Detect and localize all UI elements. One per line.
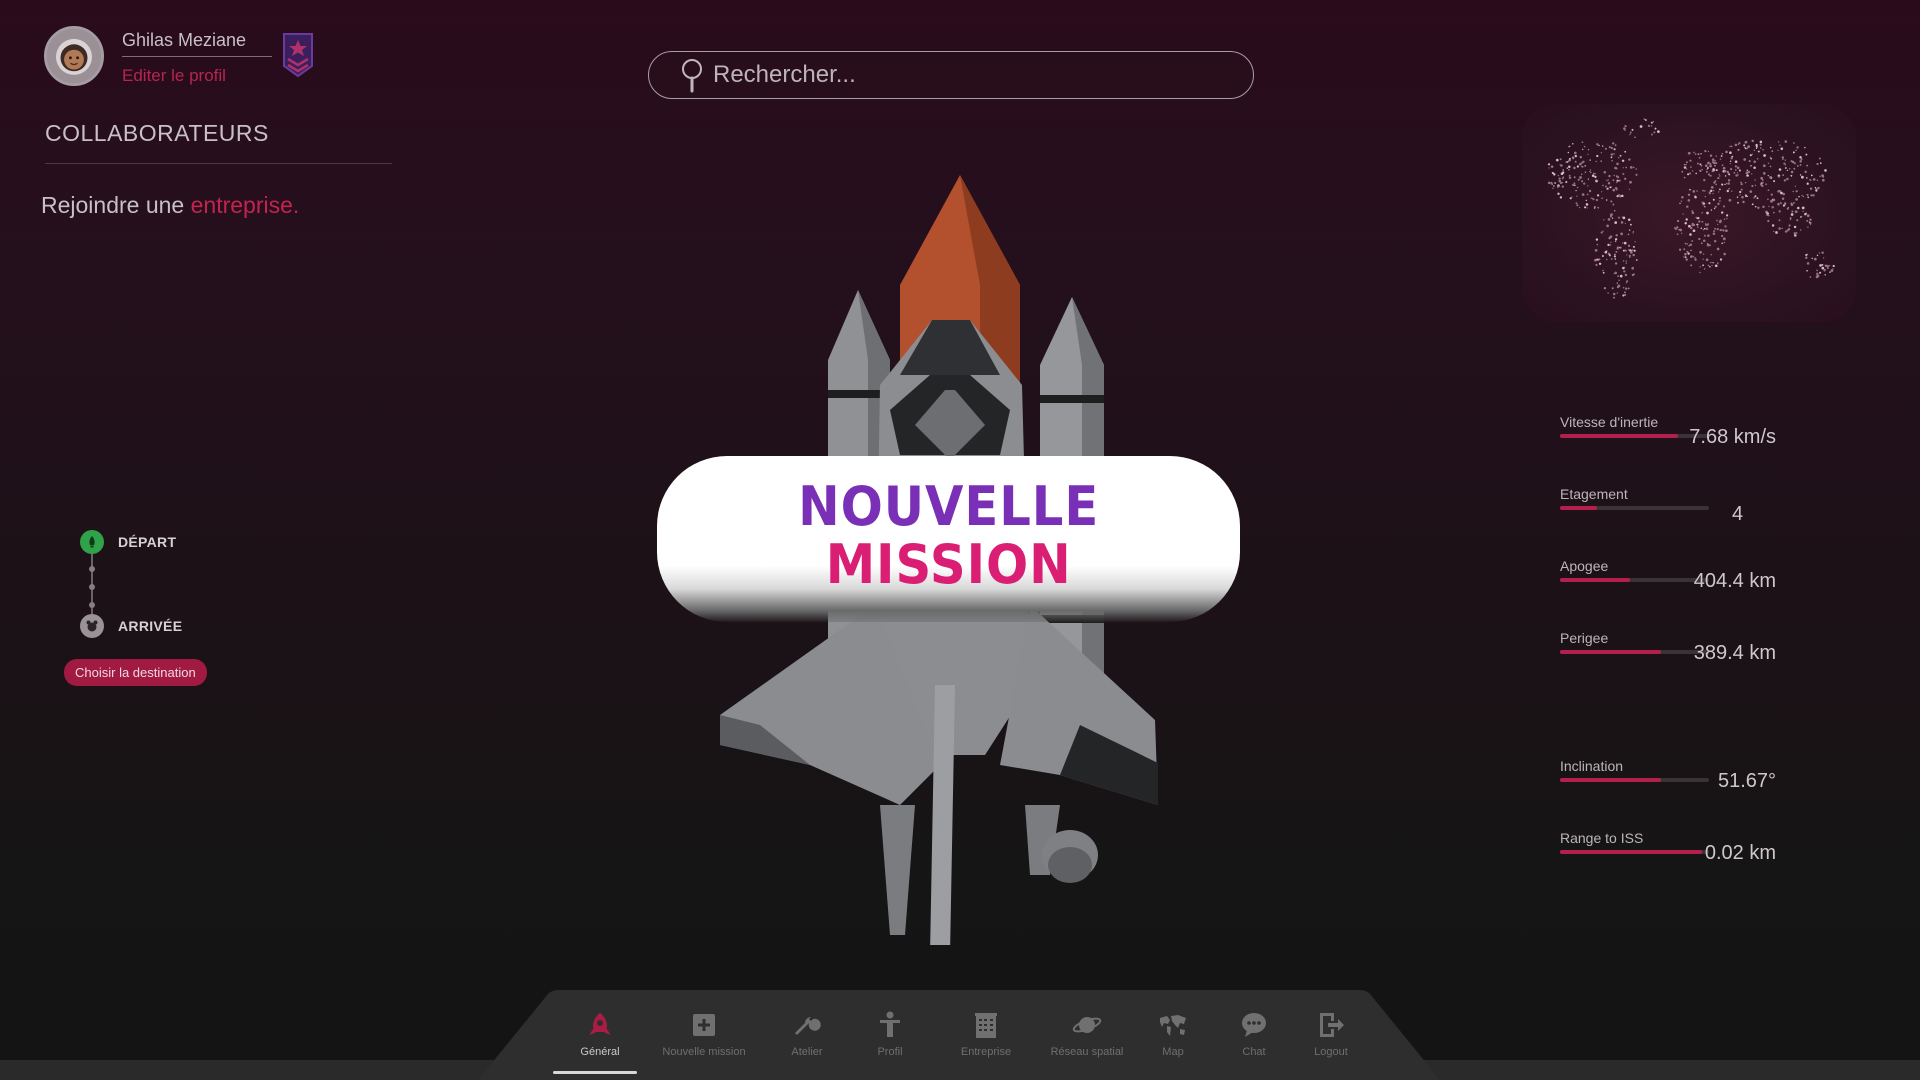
collaborators-title: COLLABORATEURS [45, 120, 269, 146]
nav-label: Map [1162, 1046, 1184, 1058]
stat-label: Apogee [1560, 558, 1609, 574]
user-profile: Ghilas Meziane Editer le profil [44, 26, 324, 90]
chat-icon [1242, 1013, 1266, 1037]
stat-value: 0.02 km [1704, 842, 1776, 864]
nav-label: Profil [877, 1046, 903, 1058]
name-divider [122, 56, 272, 57]
rocket-icon [589, 1013, 611, 1035]
logout-icon [1320, 1013, 1344, 1037]
user-name: Ghilas Meziane [122, 30, 247, 50]
stat-bar-fill [1560, 434, 1678, 438]
world-map[interactable] [1522, 104, 1856, 322]
stat-label: Perigee [1560, 630, 1609, 646]
stat-bar [1560, 434, 1709, 438]
stat-bar-fill [1560, 778, 1662, 782]
stat-bar-fill [1560, 650, 1662, 654]
stat-bar-fill [1560, 506, 1598, 510]
departure-label: DÉPART [118, 534, 177, 550]
nav-label: Entreprise [960, 1046, 1012, 1058]
world-map-icon [1160, 1015, 1186, 1036]
stat-range-to-iss: Range to ISS 0.02 km [1560, 830, 1820, 870]
stat-inclination: Inclination 51.67° [1560, 758, 1820, 798]
search-icon [682, 59, 702, 93]
stat-inertia-speed: Vitesse d'inertie 7.68 km/s [1560, 414, 1820, 454]
nav-logout[interactable]: Logout [1281, 1008, 1381, 1078]
stat-label: Range to ISS [1560, 830, 1644, 846]
person-icon [880, 1011, 900, 1037]
stat-value: 51.67° [1717, 770, 1776, 792]
nav-new-mission[interactable]: Nouvelle mission [654, 1008, 754, 1078]
nav-label: Chat [1242, 1046, 1266, 1058]
plus-square-icon [693, 1014, 715, 1036]
departure-marker [80, 530, 104, 554]
astronaut-avatar-icon [47, 29, 101, 83]
edit-profile-link[interactable]: Editer le profil [122, 66, 226, 86]
nav-general[interactable]: Général [550, 1008, 650, 1078]
avatar[interactable] [44, 26, 104, 86]
nav-label: Général [580, 1046, 620, 1058]
bottom-nav: Général Nouvelle mission Atelier Profil … [550, 1008, 1370, 1078]
choose-destination-button[interactable]: Choisir la destination [64, 659, 207, 686]
stat-bar-fill [1560, 850, 1702, 854]
collaborators-divider [45, 163, 392, 164]
stat-perigee: Perigee 389.4 km [1560, 630, 1820, 670]
nav-label: Réseau spatial [1050, 1046, 1124, 1058]
stat-bar [1560, 850, 1709, 854]
nav-label: Logout [1314, 1046, 1348, 1058]
nav-label: Atelier [791, 1046, 823, 1058]
nav-active-indicator [553, 1071, 637, 1074]
stat-value: 404.4 km [1693, 570, 1776, 592]
bear-icon [86, 620, 98, 632]
route-step-dot [89, 584, 95, 590]
mission-title-line2: MISSION [825, 533, 1072, 596]
planet-icon [1072, 1017, 1102, 1033]
search-input[interactable] [713, 52, 1233, 98]
world-map-dots [1547, 118, 1835, 299]
arrival-marker [80, 614, 104, 638]
stat-staging: Etagement 4 [1560, 486, 1820, 526]
stat-value: 389.4 km [1693, 642, 1776, 664]
rocket-small-icon [89, 536, 95, 548]
stat-bar [1560, 778, 1709, 782]
stat-apogee: Apogee 404.4 km [1560, 558, 1820, 598]
stat-bar [1560, 650, 1709, 654]
search-bar [648, 51, 1254, 99]
route-step-dot [89, 566, 95, 572]
stat-value: 7.68 km/s [1689, 426, 1776, 448]
route-step-dot [89, 602, 95, 608]
stat-label: Vitesse d'inertie [1560, 414, 1659, 430]
nav-company[interactable]: Entreprise [936, 1008, 1036, 1078]
wrench-icon [795, 1017, 821, 1035]
join-company-prefix: Rejoindre une [41, 192, 191, 218]
mission-title-line1: NOUVELLE [797, 475, 1100, 538]
nav-space-network[interactable]: Réseau spatial [1037, 1008, 1137, 1078]
stat-bar-fill [1560, 578, 1631, 582]
building-icon [975, 1013, 997, 1038]
join-company-text: Rejoindre une entreprise. [41, 192, 299, 219]
nav-label: Nouvelle mission [662, 1046, 746, 1058]
new-mission-card[interactable]: NOUVELLE MISSION [657, 456, 1240, 622]
join-company-link[interactable]: entreprise. [191, 192, 300, 218]
stat-value: 4 [1732, 503, 1744, 525]
stat-label: Inclination [1560, 758, 1624, 774]
stat-label: Etagement [1560, 486, 1628, 502]
arrival-label: ARRIVÉE [118, 618, 183, 634]
stat-bar [1560, 506, 1709, 510]
stat-bar [1560, 578, 1709, 582]
rank-badge-icon [283, 33, 313, 78]
nav-profile[interactable]: Profil [840, 1008, 940, 1078]
